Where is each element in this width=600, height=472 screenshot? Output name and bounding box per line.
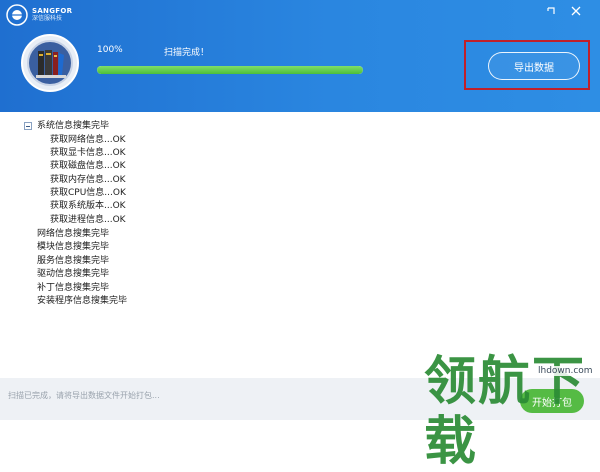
watermark-site: lhdown.com <box>536 366 595 376</box>
brand: SANGFOR 深信服科技 <box>6 4 72 26</box>
tree-root[interactable]: 系统信息搜集完毕 <box>37 120 109 133</box>
tree-item[interactable]: 安装程序信息搜集完毕 <box>37 295 127 308</box>
close-button[interactable] <box>565 2 587 20</box>
tree-item[interactable]: 网络信息搜集完毕 <box>37 228 109 241</box>
brand-name: SANGFOR <box>32 7 73 15</box>
collapse-icon[interactable] <box>24 122 32 130</box>
brand-subtitle: 深信服科技 <box>32 15 63 22</box>
tree-child: 获取网络信息...OK <box>50 135 126 145</box>
export-data-button[interactable]: 导出数据 <box>488 52 580 80</box>
tree-child: 获取显卡信息...OK <box>50 148 126 158</box>
progress-bar <box>97 66 363 74</box>
tree-child: 获取进程信息...OK <box>50 215 126 225</box>
restore-icon <box>547 7 555 14</box>
header-banner: SANGFOR 深信服科技 100% 扫描完成！ 导出数据 <box>0 0 600 112</box>
close-icon <box>571 6 581 16</box>
tree-item[interactable]: 补丁信息搜集完毕 <box>37 282 109 295</box>
progress-percent: 100% <box>97 45 123 55</box>
sangfor-logo-icon <box>6 4 28 26</box>
tree-item[interactable]: 服务信息搜集完毕 <box>37 255 109 268</box>
scan-books-icon <box>21 34 79 92</box>
restore-button[interactable] <box>540 2 562 20</box>
progress-fill <box>97 66 363 74</box>
tree-child: 获取内存信息...OK <box>50 175 126 185</box>
tree-item[interactable]: 驱动信息搜集完毕 <box>37 268 109 281</box>
footer-hint: 扫描已完成，请将导出数据文件开始打包... <box>8 391 160 400</box>
tree-child: 获取CPU信息...OK <box>50 188 126 198</box>
tree-child: 获取系统版本...OK <box>50 201 126 211</box>
scan-status: 扫描完成！ <box>164 48 210 58</box>
tree-child: 获取磁盘信息...OK <box>50 161 126 171</box>
tree-item[interactable]: 模块信息搜集完毕 <box>37 241 109 254</box>
